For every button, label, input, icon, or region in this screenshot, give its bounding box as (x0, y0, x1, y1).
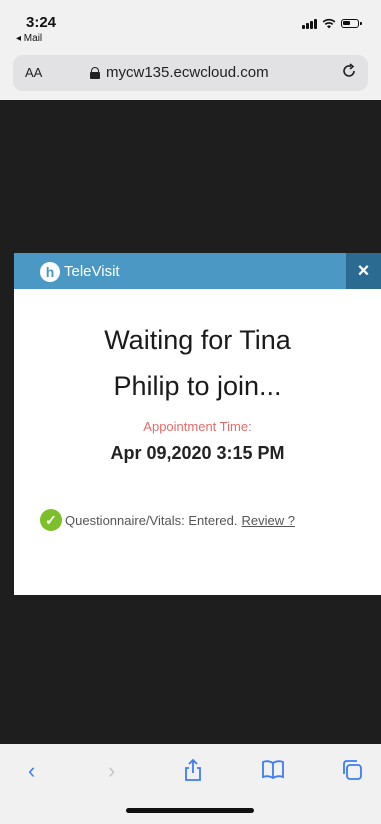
browser-address-area: AA mycw135.ecwcloud.com (0, 50, 381, 100)
televisit-modal: h TeleVisit × Waiting for Tina Philip to… (14, 253, 381, 595)
reload-icon[interactable] (340, 62, 358, 80)
status-bar: 3:24 ◂ Mail (0, 0, 381, 50)
lock-icon (90, 66, 100, 79)
status-icons (302, 18, 362, 29)
forward-button[interactable]: › (108, 758, 115, 784)
tabs-icon[interactable] (340, 758, 364, 782)
bookmarks-icon[interactable] (261, 758, 285, 780)
modal-title: TeleVisit (64, 263, 120, 280)
url-display[interactable]: mycw135.ecwcloud.com (90, 64, 269, 81)
url-text: mycw135.ecwcloud.com (106, 64, 269, 81)
waiting-message: Waiting for Tina Philip to join... (14, 317, 381, 409)
text-size-button[interactable]: AA (25, 65, 42, 80)
browser-toolbar: ‹ › (0, 744, 381, 824)
waiting-line-1: Waiting for Tina (104, 325, 291, 355)
waiting-line-2: Philip to join... (113, 371, 282, 401)
clock: 3:24 (26, 14, 57, 31)
televisit-logo-icon: h (40, 262, 60, 282)
home-indicator[interactable] (126, 808, 254, 813)
address-bar[interactable]: AA mycw135.ecwcloud.com (13, 55, 368, 91)
review-link[interactable]: Review ? (241, 513, 294, 528)
appointment-time: Apr 09,2020 3:15 PM (110, 443, 285, 463)
back-to-mail-link[interactable]: ◂ Mail (16, 33, 42, 44)
appointment-label: Appointment Time: (143, 419, 252, 434)
close-button[interactable]: × (346, 253, 381, 289)
share-icon[interactable] (183, 758, 203, 782)
questionnaire-text: Questionnaire/Vitals: Entered. (65, 512, 238, 528)
questionnaire-status: ✓ Questionnaire/Vitals: Entered. Review … (40, 509, 295, 531)
cellular-signal-icon (302, 18, 317, 29)
back-button[interactable]: ‹ (28, 758, 35, 784)
wifi-icon (322, 18, 336, 29)
check-icon: ✓ (40, 509, 62, 531)
battery-icon (341, 19, 362, 28)
modal-header: h TeleVisit × (14, 253, 381, 289)
